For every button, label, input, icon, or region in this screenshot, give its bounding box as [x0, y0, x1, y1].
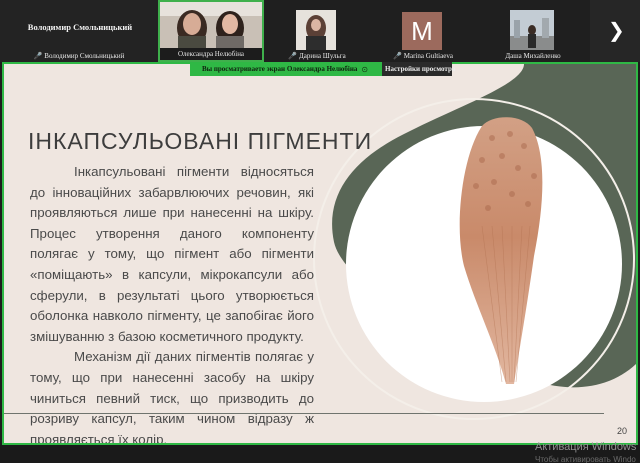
share-status-icon[interactable]: ⊙ — [361, 65, 368, 74]
featured-participant-name: Володимир Смольницький — [27, 22, 133, 32]
mic-muted-icon: 🎤 — [288, 52, 298, 60]
chevron-right-icon: ❯ — [608, 18, 625, 42]
slide-body-text: Інкапсульовані пігменти відносяться до і… — [30, 162, 314, 445]
participant-name: Даша Михайленко — [505, 52, 561, 60]
mic-muted-icon: 🎤 — [33, 52, 43, 60]
shared-screen-area: ІНКАПСУЛЬОВАНІ ПІГМЕНТИ Інкапсульовані п… — [0, 62, 640, 445]
participant-tile-4[interactable]: M 🎤 Marina Gultiaeva — [370, 0, 476, 62]
participant-name: 🎤 Дарина Шульга — [288, 52, 346, 60]
windows-activation-subtitle: Чтобы активировать Windo — [535, 455, 636, 463]
participant-tile-5[interactable]: Даша Михайленко — [476, 0, 590, 62]
mic-muted-icon: 🎤 — [393, 52, 402, 60]
screen-share-text: Вы просматриваете экран Олександра Нелюб… — [202, 65, 358, 73]
view-settings-button[interactable]: Настройки просмотра — [382, 62, 455, 76]
slide-footer-divider — [4, 413, 604, 414]
participant-video — [160, 2, 262, 48]
slide-paragraph: Інкапсульовані пігменти відносяться до і… — [30, 164, 314, 344]
participant-tile-featured[interactable]: Володимир Смольницький 🎤 Володимир Смольн… — [0, 0, 158, 62]
hair-swatch-image — [459, 117, 543, 384]
participant-tile-3[interactable]: 🎤 Дарина Шульга — [264, 0, 370, 62]
featured-participant-label: 🎤 Володимир Смольницький — [33, 52, 125, 60]
slide-paragraph: Механізм дії даних пігментів полягає у т… — [30, 349, 314, 445]
slide-title: ІНКАПСУЛЬОВАНІ ПІГМЕНТИ — [28, 128, 373, 154]
participant-strip: Володимир Смольницький 🎤 Володимир Смольн… — [0, 0, 640, 62]
windows-activation-title: Активация Windows — [535, 441, 637, 453]
slide-page-number: 20 — [617, 426, 628, 436]
next-participants-button[interactable]: ❯ — [590, 0, 640, 62]
participant-tile-speaker[interactable]: Олександра Нелюбіна — [158, 0, 264, 62]
screen-share-banner: Вы просматриваете экран Олександра Нелюб… — [190, 62, 382, 76]
participant-name: Олександра Нелюбіна — [177, 50, 245, 58]
presentation-slide: ІНКАПСУЛЬОВАНІ ПІГМЕНТИ Інкапсульовані п… — [2, 62, 638, 445]
participant-name: 🎤 Marina Gultiaeva — [393, 52, 453, 60]
avatar: M — [402, 12, 442, 50]
participant-video — [296, 10, 336, 50]
participant-video — [510, 10, 554, 50]
